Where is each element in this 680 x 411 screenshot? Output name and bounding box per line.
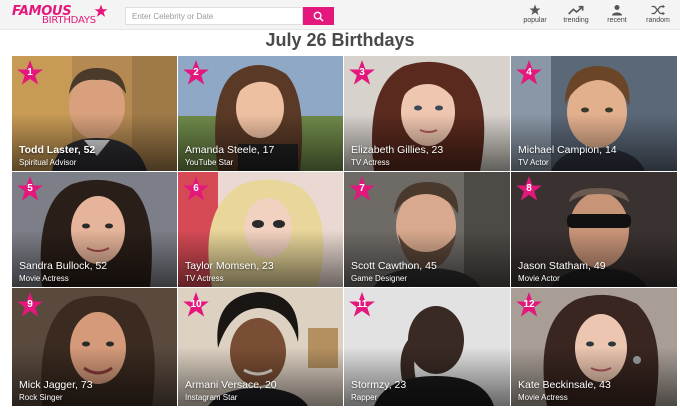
celebrity-name: Armani Versace, 20 — [185, 379, 277, 391]
shuffle-icon — [651, 4, 665, 16]
rank-number: 11 — [356, 299, 368, 310]
famous-birthdays-logo[interactable]: FAMOUS BIRTHDAYS — [12, 4, 112, 28]
rank-badge: 11 — [347, 291, 377, 319]
celebrity-occupation: Game Designer — [351, 274, 408, 283]
rank-badge: 12 — [514, 291, 544, 319]
celebrity-grid: 1 Todd Laster, 52 Spiritual Advisor 2 Am… — [12, 56, 677, 406]
rank-number: 6 — [193, 183, 199, 194]
celebrity-occupation: Rock Singer — [19, 393, 63, 402]
celebrity-name: Amanda Steele, 17 — [185, 144, 275, 156]
celebrity-name: Scott Cawthon, 45 — [351, 260, 437, 272]
nav-label: random — [646, 17, 670, 24]
rank-number: 3 — [359, 67, 365, 78]
celebrity-occupation: Instagram Star — [185, 393, 238, 402]
logo-star-icon — [94, 4, 108, 17]
nav-label: trending — [563, 17, 589, 24]
celebrity-card[interactable]: 12 Kate Beckinsale, 43 Movie Actress — [511, 288, 677, 406]
celebrity-name: Kate Beckinsale, 43 — [518, 379, 611, 391]
rank-number: 5 — [27, 183, 33, 194]
celebrity-occupation: TV Actress — [185, 274, 224, 283]
celebrity-occupation: TV Actor — [518, 158, 549, 167]
celebrity-name: Sandra Bullock, 52 — [19, 260, 108, 272]
rank-number: 4 — [526, 67, 532, 78]
celebrity-occupation: Movie Actor — [518, 274, 560, 283]
celebrity-occupation: Movie Actress — [19, 274, 69, 283]
rank-badge: 9 — [15, 291, 45, 319]
rank-badge: 1 — [15, 59, 45, 87]
rank-badge: 10 — [181, 291, 211, 319]
celebrity-card[interactable]: 1 Todd Laster, 52 Spiritual Advisor — [12, 56, 177, 171]
celebrity-card[interactable]: 2 Amanda Steele, 17 YouTube Star — [178, 56, 343, 171]
person-icon — [612, 5, 622, 16]
rank-badge: 8 — [514, 175, 544, 203]
search-input[interactable] — [125, 7, 303, 25]
rank-badge: 6 — [181, 175, 211, 203]
celebrity-card[interactable]: 10 Armani Versace, 20 Instagram Star — [178, 288, 343, 406]
rank-number: 7 — [359, 183, 365, 194]
rank-number: 9 — [27, 299, 33, 310]
star-icon — [529, 4, 541, 15]
celebrity-card[interactable]: 9 Mick Jagger, 73 Rock Singer — [12, 288, 177, 406]
nav-random[interactable]: random — [638, 4, 678, 28]
celebrity-card[interactable]: 7 Scott Cawthon, 45 Game Designer — [344, 172, 510, 287]
celebrity-name: Stormzy, 23 — [351, 379, 407, 391]
top-bar: FAMOUS BIRTHDAYS popular trending recent… — [0, 0, 680, 30]
celebrity-name: Jason Statham, 49 — [518, 260, 606, 272]
logo-birthdays-text: BIRTHDAYS — [42, 15, 96, 26]
celebrity-card[interactable]: 4 Michael Campion, 14 TV Actor — [511, 56, 677, 171]
rank-number: 12 — [523, 299, 535, 310]
nav-popular[interactable]: popular — [515, 4, 555, 28]
celebrity-name: Mick Jagger, 73 — [19, 379, 93, 391]
rank-number: 8 — [526, 183, 532, 194]
rank-badge: 3 — [347, 59, 377, 87]
trending-icon — [568, 5, 584, 15]
celebrity-occupation: Rapper — [351, 393, 378, 402]
celebrity-card[interactable]: 11 Stormzy, 23 Rapper — [344, 288, 510, 406]
celebrity-card[interactable]: 5 Sandra Bullock, 52 Movie Actress — [12, 172, 177, 287]
rank-number: 1 — [27, 67, 33, 78]
rank-badge: 4 — [514, 59, 544, 87]
page-title: July 26 Birthdays — [265, 30, 415, 50]
celebrity-occupation: Movie Actress — [518, 393, 568, 402]
rank-number: 10 — [190, 299, 202, 310]
search-button[interactable] — [303, 7, 334, 25]
rank-number: 2 — [193, 67, 199, 78]
rank-badge: 2 — [181, 59, 211, 87]
celebrity-name: Todd Laster, 52 — [19, 144, 96, 156]
nav-label: popular — [523, 17, 547, 24]
celebrity-name: Taylor Momsen, 23 — [185, 260, 274, 272]
celebrity-occupation: Spiritual Advisor — [19, 158, 77, 167]
celebrity-name: Michael Campion, 14 — [518, 144, 617, 156]
rank-badge: 7 — [347, 175, 377, 203]
celebrity-card[interactable]: 3 Elizabeth Gillies, 23 TV Actress — [344, 56, 510, 171]
nav-label: recent — [607, 17, 627, 24]
rank-badge: 5 — [15, 175, 45, 203]
celebrity-card[interactable]: 6 Taylor Momsen, 23 TV Actress — [178, 172, 343, 287]
celebrity-card[interactable]: 8 Jason Statham, 49 Movie Actor — [511, 172, 677, 287]
celebrity-occupation: TV Actress — [351, 158, 390, 167]
celebrity-occupation: YouTube Star — [185, 158, 234, 167]
nav-recent[interactable]: recent — [597, 4, 637, 28]
search-icon — [313, 11, 324, 22]
celebrity-name: Elizabeth Gillies, 23 — [351, 144, 444, 156]
nav-trending[interactable]: trending — [556, 4, 596, 28]
